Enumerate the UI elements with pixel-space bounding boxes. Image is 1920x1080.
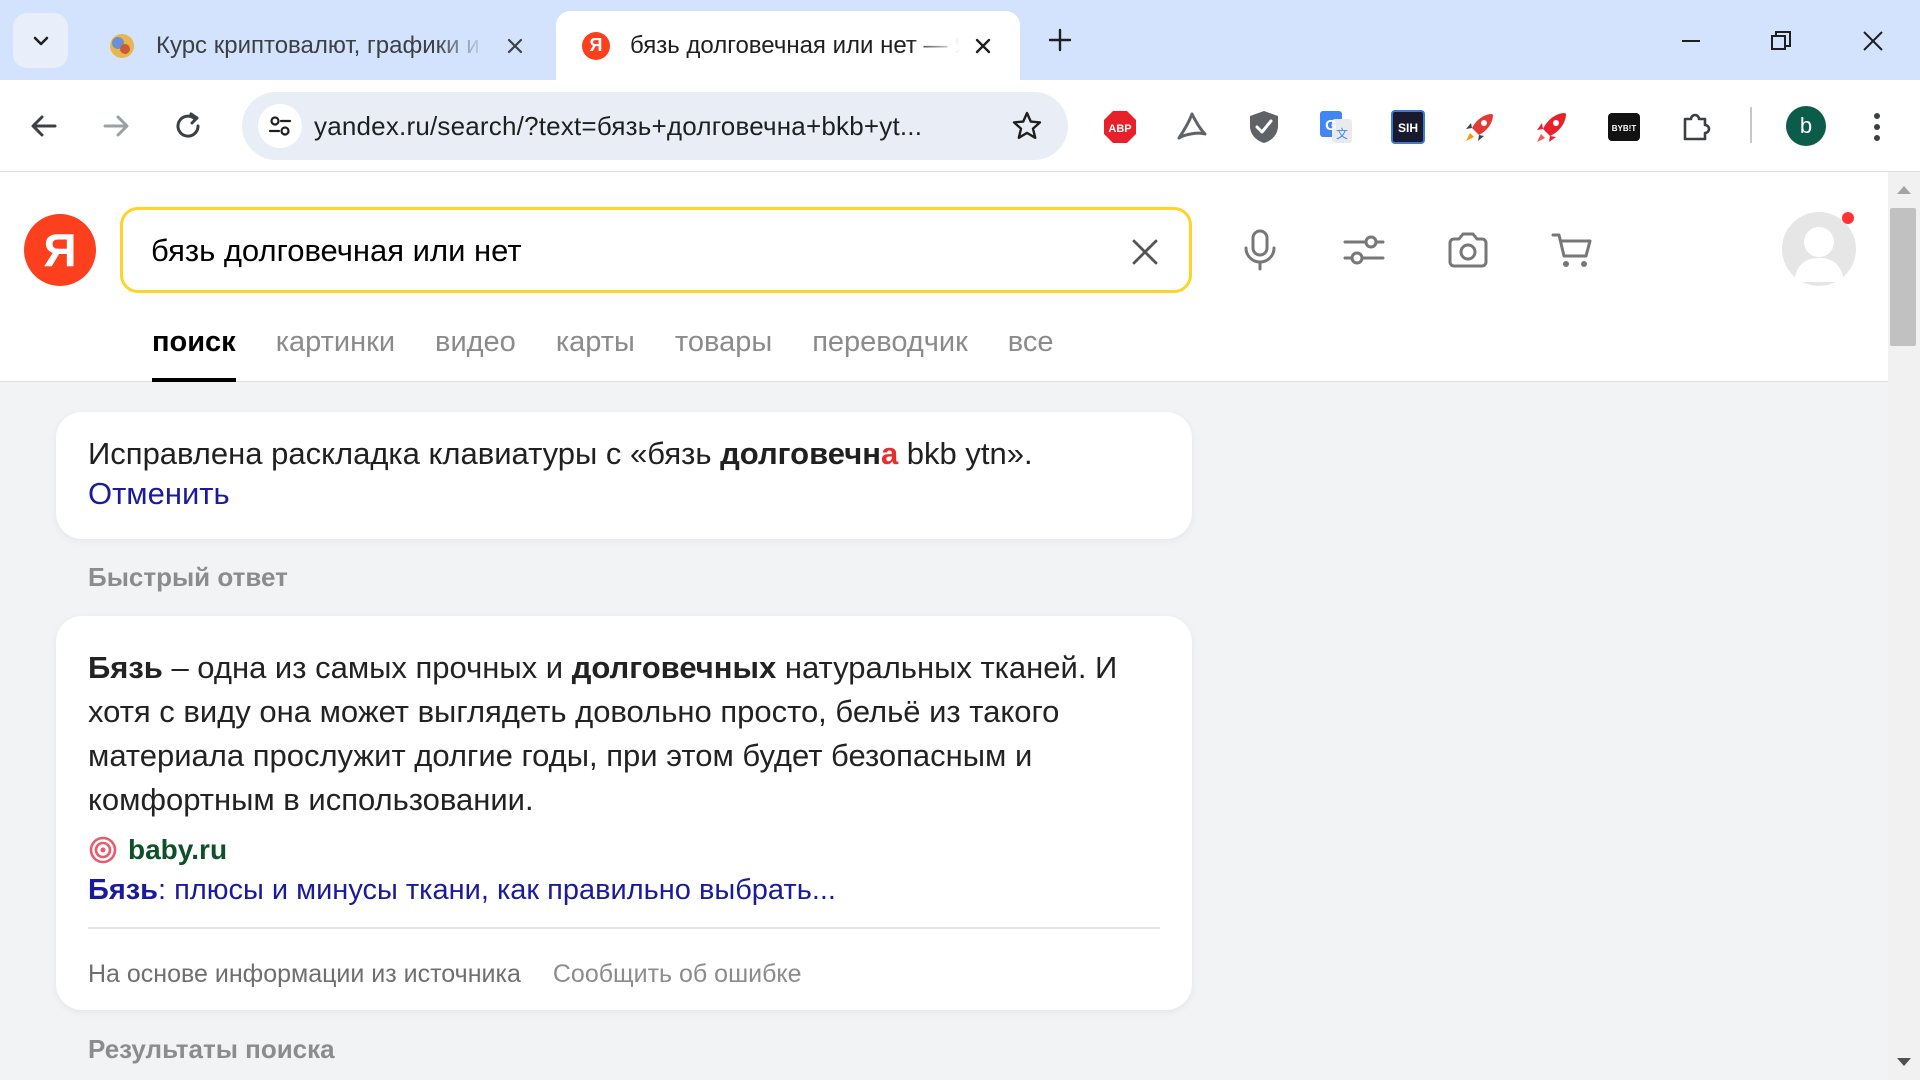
camera-icon [1448,232,1488,268]
voice-search-button[interactable] [1234,224,1286,276]
source-row[interactable]: baby.ru [88,834,227,866]
svg-text:SIH: SIH [1398,121,1418,135]
sliders-icon [1343,235,1385,265]
tab-search[interactable]: поиск [152,322,236,382]
adblock-plus-icon[interactable]: ABP [1100,107,1140,147]
tab-translator[interactable]: переводчик [812,322,968,382]
tab-title: Курс криптовалют, графики и [156,31,480,59]
bookmark-star-icon[interactable] [1010,109,1044,143]
profile-button[interactable]: b [1786,106,1826,146]
source-name[interactable]: baby.ru [128,834,227,866]
search-verticals: поиск картинки видео карты товары перево… [152,322,1053,382]
minimize-button[interactable] [1666,16,1716,66]
close-icon[interactable] [500,31,530,61]
answer-text: Бязь – одна из самых прочных и долговечн… [88,650,1118,817]
report-error-link[interactable]: Сообщить об ошибке [553,960,802,989]
browser-menu-button[interactable] [1862,104,1892,150]
search-box [120,207,1192,293]
close-icon[interactable] [968,31,998,61]
tab-strip: Курс криптовалют, графики и Я бязь долго… [0,0,1920,80]
quick-answer-card: Бязь – одна из самых прочных и долговечн… [56,616,1192,1010]
chevron-down-icon [33,36,48,45]
shield-icon[interactable] [1244,107,1284,147]
sih-icon[interactable]: SIH [1388,107,1428,147]
source-info-text[interactable]: На основе информации из источника [88,960,521,989]
tab-crypto[interactable]: Курс криптовалют, графики и [82,11,552,80]
tab-yandex-search[interactable]: Я бязь долговечная или нет — Я [556,11,1020,80]
notification-dot [1842,212,1854,224]
baby-ru-logo-icon [89,836,117,864]
url-text[interactable]: yandex.ru/search/?text=бязь+долговечна+b… [314,111,922,142]
site-settings-icon[interactable] [258,104,302,148]
reload-button[interactable] [164,102,212,150]
clear-search-button[interactable] [1125,232,1165,272]
tab-video[interactable]: видео [435,322,516,382]
close-icon [1132,239,1158,265]
tab-products[interactable]: товары [675,322,772,382]
new-tab-button[interactable] [1040,20,1080,60]
back-button[interactable] [20,102,68,150]
yandex-favicon-icon: Я [582,31,610,60]
translate-icon[interactable]: G文 [1316,107,1356,147]
arrow-right-icon [103,115,129,137]
puzzle-icon[interactable] [1676,107,1716,147]
bybit-icon[interactable]: BYB!T [1604,107,1644,147]
source-article-link[interactable]: Бязь: плюсы и минусы ткани, как правильн… [88,874,836,907]
close-window-button[interactable] [1848,16,1898,66]
rocket-red-icon[interactable] [1532,107,1572,147]
microphone-icon [1244,229,1276,271]
quick-answer-heading: Быстрый ответ [88,562,288,592]
divider [88,927,1160,929]
svg-text:ABP: ABP [1108,123,1131,135]
scroll-down-arrow[interactable] [1897,1058,1911,1066]
toolbar-divider [1750,107,1752,143]
kebab-menu-icon [1874,113,1880,119]
restore-icon [1771,31,1791,50]
page-scrollbar[interactable] [1888,172,1920,1080]
svg-text:文: 文 [1336,126,1348,141]
svg-text:BYB!T: BYB!T [1612,124,1637,133]
close-icon [1863,31,1883,51]
scroll-thumb[interactable] [1890,208,1916,346]
restore-button[interactable] [1756,16,1806,66]
cart-button[interactable] [1546,224,1598,276]
reload-icon [176,112,200,138]
tab-search-button[interactable] [13,13,68,68]
forward-button[interactable] [92,102,140,150]
yandex-header: Я поиск картинки видео карты товары пере… [0,172,1888,382]
plus-icon [1048,28,1072,52]
acrobat-icon[interactable] [1172,107,1212,147]
undo-fix-link[interactable]: Отменить [88,474,230,514]
search-results-heading: Результаты поиска [88,1034,335,1064]
image-search-button[interactable] [1442,224,1494,276]
crypto-favicon-icon [108,32,136,60]
layout-fix-message: Исправлена раскладка клавиатуры с «бязь … [88,436,1033,471]
rocket-icon[interactable] [1460,107,1500,147]
answer-footer: На основе информации из источника Сообщи… [88,960,802,989]
yandex-logo[interactable]: Я [24,214,96,286]
address-bar[interactable]: yandex.ru/search/?text=бязь+долговечна+b… [242,92,1068,160]
tab-title: бязь долговечная или нет — Я [630,31,960,59]
scroll-up-arrow[interactable] [1897,186,1911,194]
search-filters-button[interactable] [1338,224,1390,276]
minimize-icon [1682,40,1700,42]
search-input[interactable] [151,230,1051,272]
tab-images[interactable]: картинки [276,322,395,382]
tab-maps[interactable]: карты [556,322,635,382]
arrow-left-icon [31,115,57,137]
keyboard-layout-fix-card: Исправлена раскладка клавиатуры с «бязь … [56,412,1192,539]
cart-icon [1551,233,1592,267]
tab-all[interactable]: все [1008,322,1054,382]
